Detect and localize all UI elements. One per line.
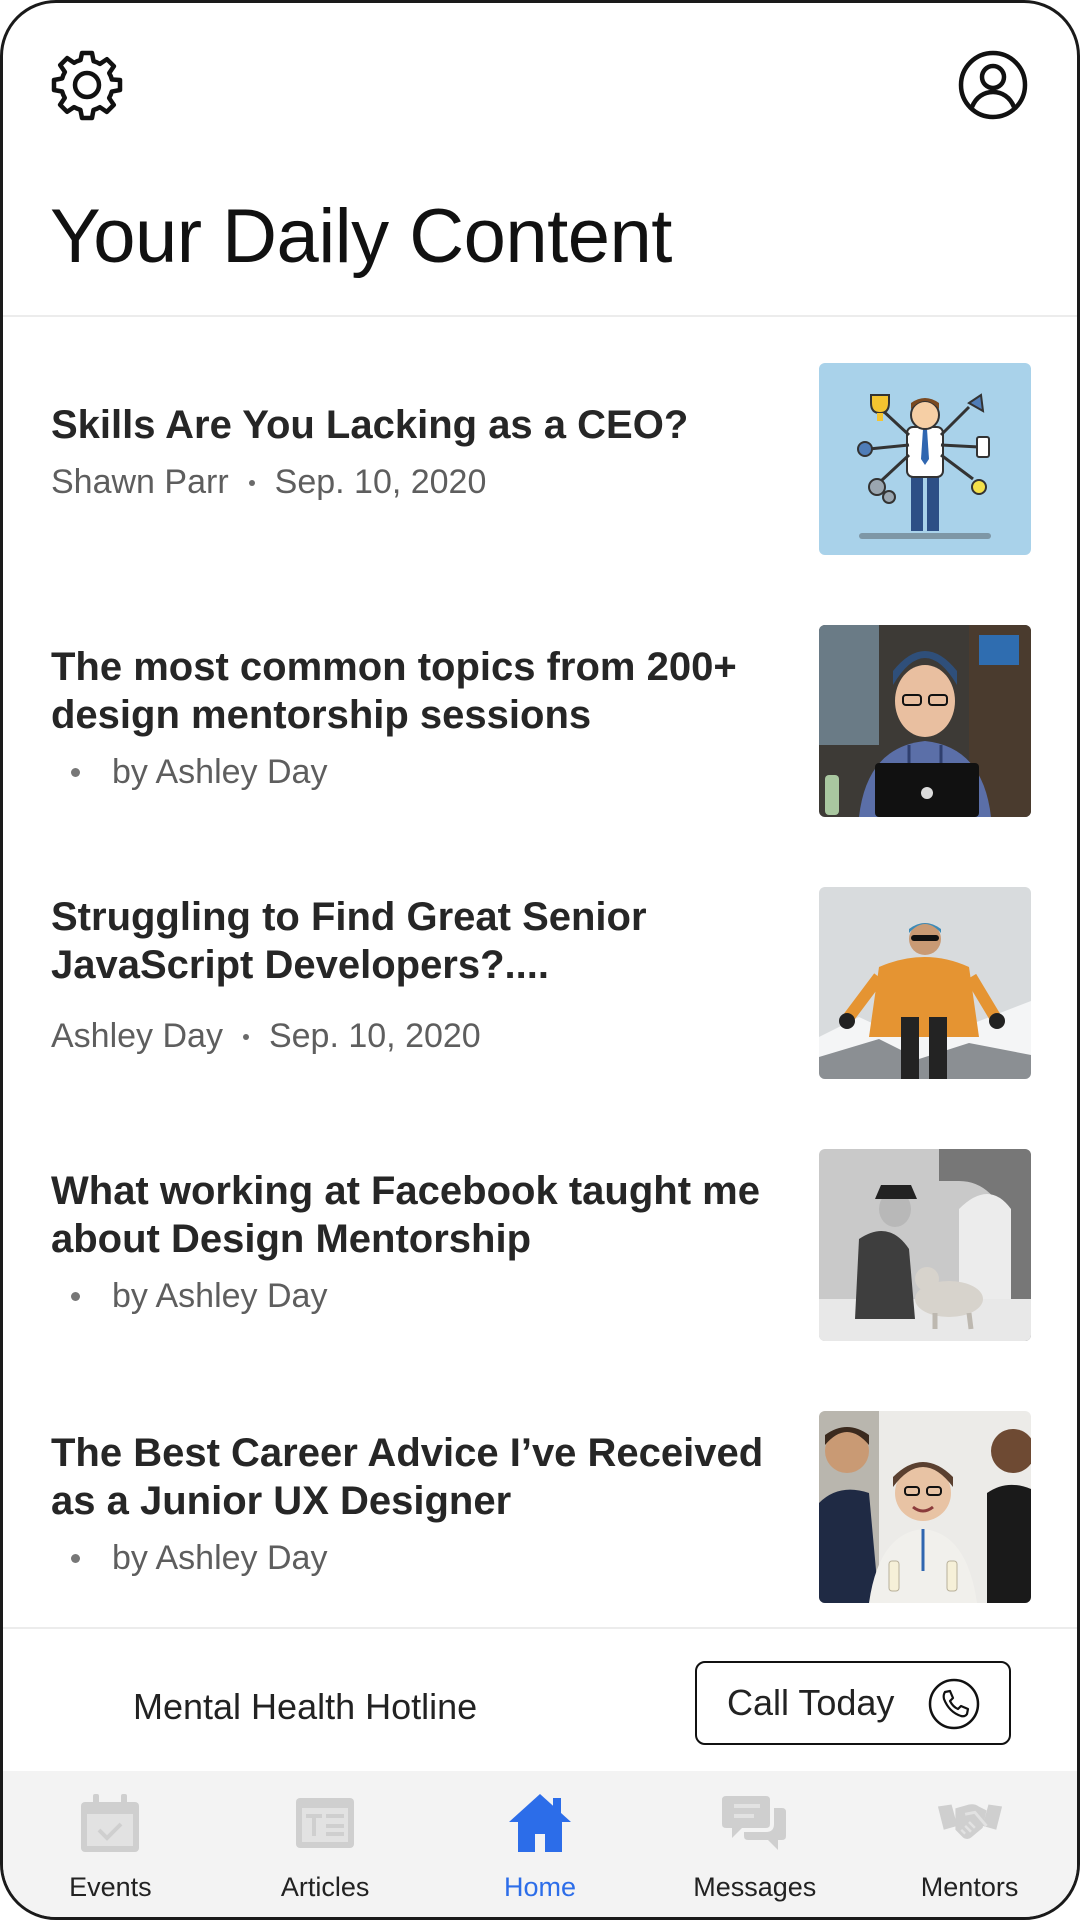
tab-label: Mentors bbox=[920, 1872, 1019, 1902]
article-text: What working at Facebook taught me about… bbox=[51, 1167, 791, 1316]
tab-mentors[interactable]: Mentors bbox=[862, 1771, 1077, 1917]
tab-events[interactable]: Events bbox=[3, 1771, 218, 1917]
call-today-label: Call Today bbox=[727, 1682, 895, 1723]
top-bar bbox=[3, 3, 1077, 173]
article-text: Struggling to Find Great Senior JavaScri… bbox=[51, 893, 791, 1056]
article-card[interactable]: Struggling to Find Great Senior JavaScri… bbox=[3, 887, 1077, 1149]
article-byline: by Ashley Day bbox=[112, 753, 328, 791]
article-meta: by Ashley Day bbox=[51, 1277, 791, 1316]
article-author: Shawn Parr bbox=[51, 463, 229, 501]
article-title: The Best Career Advice I’ve Received as … bbox=[51, 1431, 764, 1523]
article-thumbnail bbox=[819, 625, 1031, 817]
article-icon bbox=[296, 1798, 355, 1848]
article-text: The most common topics from 200+ design … bbox=[51, 643, 791, 792]
man-with-dog-vintage-photo bbox=[819, 1149, 1031, 1341]
bullet-dot bbox=[71, 768, 80, 777]
tab-label: Messages bbox=[693, 1872, 817, 1902]
article-meta: Ashley Day Sep. 10, 2020 bbox=[51, 1017, 791, 1056]
article-title: Struggling to Find Great Senior JavaScri… bbox=[51, 895, 647, 987]
article-meta: Shawn Parr Sep. 10, 2020 bbox=[51, 463, 791, 502]
article-card[interactable]: Skills Are You Lacking as a CEO? Shawn P… bbox=[3, 363, 1077, 625]
article-byline: by Ashley Day bbox=[112, 1539, 328, 1577]
article-text: Skills Are You Lacking as a CEO? Shawn P… bbox=[51, 401, 791, 502]
call-today-button[interactable]: Call Today bbox=[695, 1661, 1011, 1745]
divider bbox=[3, 1627, 1077, 1629]
chat-bubbles-icon bbox=[721, 1796, 786, 1850]
article-thumbnail bbox=[819, 887, 1031, 1079]
people-networking-event-photo bbox=[819, 1411, 1031, 1603]
home-icon bbox=[508, 1794, 571, 1852]
tab-messages[interactable]: Messages bbox=[647, 1771, 862, 1917]
bottom-tab-bar: Events Articles Home Messages Mentors bbox=[3, 1771, 1077, 1917]
user-circle-icon bbox=[958, 50, 1028, 120]
tab-label: Articles bbox=[280, 1872, 370, 1902]
article-thumbnail bbox=[819, 1411, 1031, 1603]
phone-icon bbox=[928, 1678, 980, 1730]
article-date: Sep. 10, 2020 bbox=[274, 463, 487, 501]
article-title: What working at Facebook taught me about… bbox=[51, 1169, 760, 1261]
article-byline: by Ashley Day bbox=[112, 1277, 328, 1315]
article-thumbnail bbox=[819, 363, 1031, 555]
separator-dot bbox=[248, 479, 255, 486]
tab-home[interactable]: Home bbox=[433, 1771, 648, 1917]
article-meta: by Ashley Day bbox=[51, 753, 791, 792]
tab-articles[interactable]: Articles bbox=[218, 1771, 433, 1917]
article-card[interactable]: The most common topics from 200+ design … bbox=[3, 625, 1077, 887]
profile-button[interactable] bbox=[953, 45, 1033, 125]
hotline-label: Mental Health Hotline bbox=[133, 1686, 478, 1727]
article-meta: by Ashley Day bbox=[51, 1539, 791, 1578]
article-thumbnail bbox=[819, 1149, 1031, 1341]
mountain-climber-photo bbox=[819, 887, 1031, 1079]
phone-screen: Your Daily Content Skills Are You Lackin… bbox=[0, 0, 1080, 1920]
handshake-icon bbox=[937, 1804, 1002, 1840]
page-title: Your Daily Content bbox=[50, 194, 672, 279]
article-title: The most common topics from 200+ design … bbox=[51, 645, 737, 737]
article-card[interactable]: The Best Career Advice I’ve Received as … bbox=[3, 1411, 1077, 1673]
article-text: The Best Career Advice I’ve Received as … bbox=[51, 1429, 791, 1578]
article-card[interactable]: What working at Facebook taught me about… bbox=[3, 1149, 1077, 1411]
article-author: Ashley Day bbox=[51, 1017, 223, 1055]
gear-icon bbox=[51, 50, 123, 121]
article-date: Sep. 10, 2020 bbox=[268, 1017, 481, 1055]
man-with-headphones-laptop-photo bbox=[819, 625, 1031, 817]
bullet-dot bbox=[71, 1292, 80, 1301]
bullet-dot bbox=[71, 1554, 80, 1563]
settings-button[interactable] bbox=[47, 45, 127, 125]
separator-dot bbox=[242, 1033, 249, 1040]
article-feed: Skills Are You Lacking as a CEO? Shawn P… bbox=[3, 317, 1077, 1627]
ceo-multitasking-illustration bbox=[819, 363, 1031, 555]
tab-label: Events bbox=[69, 1872, 152, 1902]
article-title: Skills Are You Lacking as a CEO? bbox=[51, 403, 689, 447]
tab-label: Home bbox=[503, 1872, 576, 1902]
calendar-check-icon bbox=[81, 1794, 140, 1852]
